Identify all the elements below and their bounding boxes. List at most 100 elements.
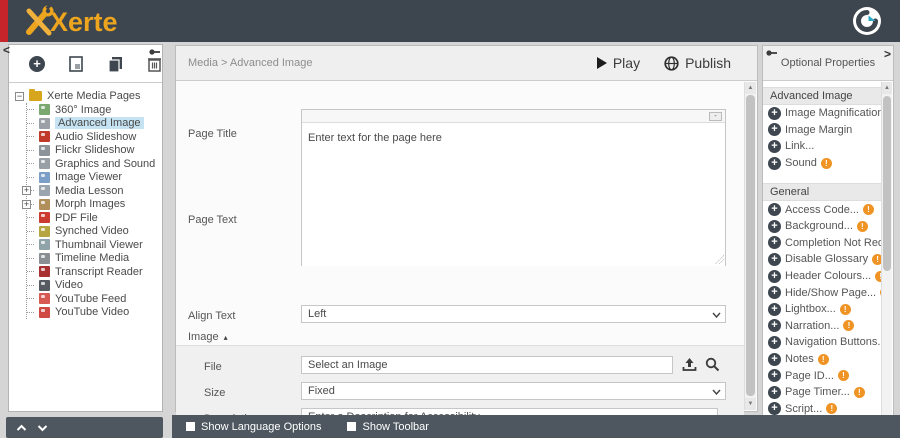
prop-image-margin[interactable]: Image Margin <box>763 122 881 139</box>
collapse-node-icon[interactable]: − <box>15 92 24 101</box>
prop-image-magnification[interactable]: Image Magnification... <box>763 105 881 122</box>
info-badge-icon <box>854 387 865 398</box>
tree-item-flickr-slideshow[interactable]: Flickr Slideshow <box>27 144 160 158</box>
header-accent-strip <box>0 0 8 42</box>
insert-page-button[interactable] <box>68 55 84 73</box>
scrollbar-thumb[interactable] <box>746 95 755 396</box>
tree-item-media-lesson[interactable]: +Media Lesson <box>27 184 160 198</box>
upload-icon[interactable] <box>682 357 698 373</box>
move-down-icon[interactable] <box>37 424 48 432</box>
editor-panel: Media > Advanced Image Play Publish Page… <box>175 45 758 412</box>
tree-item-image-viewer[interactable]: Image Viewer <box>27 171 160 185</box>
editor-header-bar: Media > Advanced Image Play Publish <box>176 46 757 81</box>
page-text-label: Page Text <box>188 214 237 226</box>
collapse-panel-icon[interactable]: < <box>3 43 17 57</box>
prop-background[interactable]: Background... <box>763 218 881 235</box>
add-property-icon <box>768 402 781 415</box>
delete-page-button[interactable] <box>146 55 162 73</box>
prop-hide-show-page[interactable]: Hide/Show Page... <box>763 284 881 301</box>
tree-item-transcript-reader[interactable]: Transcript Reader <box>27 265 160 279</box>
show-toolbar-checkbox[interactable]: Show Toolbar <box>347 421 428 433</box>
tree-item-youtube-feed[interactable]: YouTube Feed <box>27 292 160 306</box>
bottom-options-bar: Show Language Options Show Toolbar <box>172 415 900 438</box>
publish-button[interactable]: Publish <box>664 55 731 71</box>
prop-navigation-buttons[interactable]: Navigation Buttons... <box>763 334 881 351</box>
properties-scrollbar[interactable]: ▲ <box>881 82 892 437</box>
globe-icon <box>664 56 679 71</box>
tree-item-morph-images[interactable]: +Morph Images <box>27 198 160 212</box>
page-type-icon <box>39 104 50 115</box>
file-input[interactable] <box>301 356 673 374</box>
section-general: General <box>763 183 881 201</box>
expand-node-icon[interactable]: + <box>22 186 31 195</box>
tree-item-360-image[interactable]: 360° Image <box>27 103 160 117</box>
prop-header-colours[interactable]: Header Colours... <box>763 268 881 285</box>
move-up-icon[interactable] <box>16 424 27 432</box>
editor-toggle-button[interactable]: - <box>709 112 722 121</box>
document-icon <box>69 56 83 72</box>
tree-item-audio-slideshow[interactable]: Audio Slideshow <box>27 130 160 144</box>
tree-item-advanced-image[interactable]: Advanced Image <box>27 117 160 131</box>
image-section-header[interactable]: Image ▴ <box>188 331 228 343</box>
tree-root-node[interactable]: − Xerte Media Pages <box>15 89 160 103</box>
tree-item-graphics-and-sound[interactable]: Graphics and Sound <box>27 157 160 171</box>
checkbox-icon <box>347 422 356 431</box>
scrollbar-thumb[interactable] <box>883 96 891 271</box>
tree-item-thumbnail-viewer[interactable]: Thumbnail Viewer <box>27 238 160 252</box>
pin-panel-icon[interactable] <box>766 49 777 57</box>
apereo-logo-icon[interactable] <box>852 6 882 36</box>
add-property-icon <box>768 319 781 332</box>
prop-sound[interactable]: Sound <box>763 155 881 172</box>
prop-access-code[interactable]: Access Code... <box>763 201 881 218</box>
page-type-icon <box>39 212 50 223</box>
tree-children: 360° Image Advanced Image Audio Slidesho… <box>26 103 160 319</box>
page-type-icon <box>39 226 50 237</box>
xerte-editor-window: Xerte < <box>0 0 900 438</box>
prop-lightbox[interactable]: Lightbox... <box>763 301 881 318</box>
file-label: File <box>204 361 222 373</box>
prop-narration[interactable]: Narration... <box>763 318 881 335</box>
page-type-icon <box>39 239 50 250</box>
chevron-down-icon <box>712 312 721 318</box>
page-type-icon <box>39 158 50 169</box>
play-button[interactable]: Play <box>597 55 640 71</box>
duplicate-page-button[interactable] <box>107 55 123 73</box>
scroll-up-icon[interactable]: ▲ <box>745 82 756 94</box>
show-language-options-checkbox[interactable]: Show Language Options <box>186 421 321 433</box>
pin-panel-icon[interactable] <box>149 48 160 56</box>
editor-scrollbar[interactable]: ▲ ▼ <box>744 82 756 410</box>
size-label: Size <box>204 387 225 399</box>
plus-circle-icon <box>29 56 45 72</box>
resize-handle[interactable] <box>715 255 724 264</box>
tree-item-video[interactable]: Video <box>27 279 160 293</box>
prop-page-timer[interactable]: Page Timer... <box>763 384 881 401</box>
checkbox-icon <box>186 422 195 431</box>
search-icon[interactable] <box>705 357 721 373</box>
page-type-icon <box>39 266 50 277</box>
tree-item-pdf-file[interactable]: PDF File <box>27 211 160 225</box>
page-type-icon <box>39 118 50 129</box>
prop-link[interactable]: Link... <box>763 138 881 155</box>
prop-notes[interactable]: Notes <box>763 351 881 368</box>
tree-item-youtube-video[interactable]: YouTube Video <box>27 306 160 320</box>
scroll-down-icon[interactable]: ▼ <box>745 398 756 410</box>
collapse-panel-icon[interactable]: > <box>884 47 891 61</box>
prop-page-id[interactable]: Page ID... <box>763 367 881 384</box>
prop-completion-not-required[interactable]: Completion Not Required <box>763 235 881 252</box>
page-tree-panel: < <box>8 44 163 412</box>
tree-item-timeline-media[interactable]: Timeline Media <box>27 252 160 266</box>
add-property-icon <box>768 220 781 233</box>
size-select[interactable]: Fixed <box>301 382 726 400</box>
scroll-up-icon[interactable]: ▲ <box>882 82 892 94</box>
app-header: Xerte <box>0 0 900 42</box>
page-type-icon <box>39 172 50 183</box>
tree-item-synched-video[interactable]: Synched Video <box>27 225 160 239</box>
page-text-input[interactable]: Enter text for the page here <box>302 124 725 266</box>
add-page-button[interactable] <box>29 55 45 73</box>
prop-disable-glossary[interactable]: Disable Glossary <box>763 251 881 268</box>
add-property-icon <box>768 386 781 399</box>
expand-node-icon[interactable]: + <box>22 200 31 209</box>
align-text-select[interactable]: Left <box>301 305 726 323</box>
page-type-icon <box>39 293 50 304</box>
info-badge-icon <box>872 254 881 265</box>
